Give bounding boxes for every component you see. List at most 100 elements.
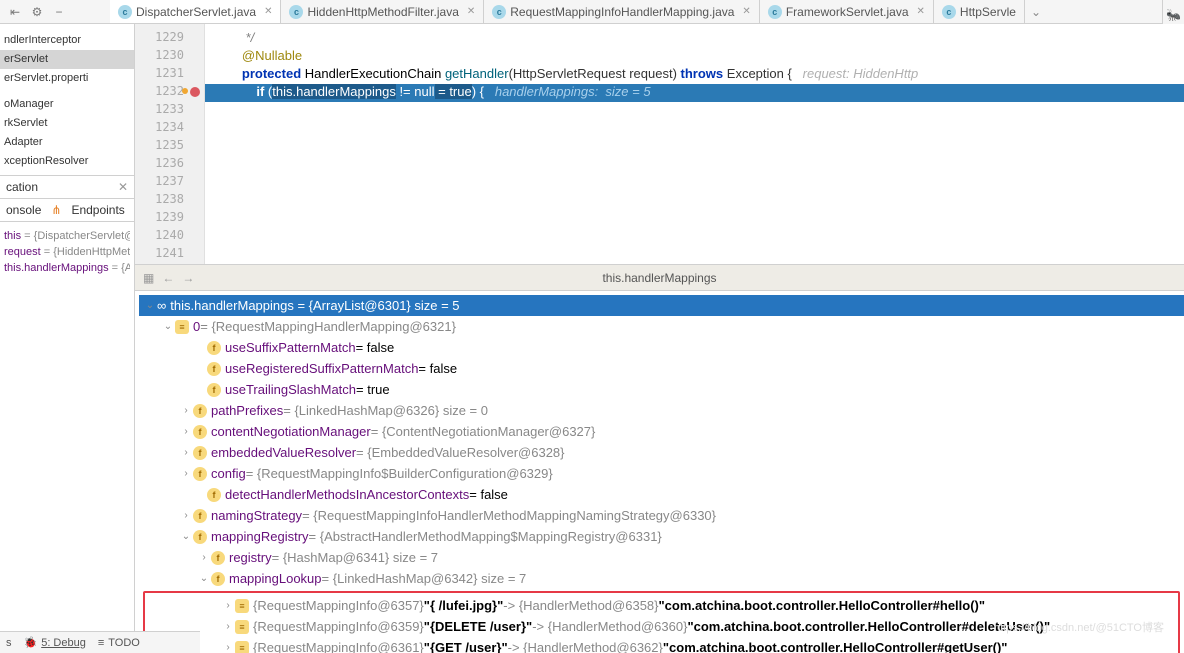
tab-request-mapping[interactable]: c RequestMappingInfoHandlerMapping.java ✕ bbox=[484, 0, 760, 23]
gear-icon[interactable]: ⚙ bbox=[30, 5, 44, 19]
class-icon: c bbox=[289, 5, 303, 19]
tree-row[interactable]: fuseTrailingSlashMatch = true bbox=[139, 379, 1184, 400]
field-icon: f bbox=[211, 551, 225, 565]
line-number[interactable]: 1231 bbox=[135, 66, 204, 84]
class-icon: c bbox=[942, 5, 956, 19]
line-number[interactable]: 1236 bbox=[135, 156, 204, 174]
tree-row[interactable]: fdetectHandlerMethodsInAncestorContexts … bbox=[139, 484, 1184, 505]
field-icon: f bbox=[193, 509, 207, 523]
debug-header: ▦ ← → this.handlerMappings bbox=[135, 265, 1184, 291]
field-icon: f bbox=[193, 467, 207, 481]
variables-panel: this = {DispatcherServlet@6300} request … bbox=[0, 222, 134, 282]
line-number[interactable]: 1241 bbox=[135, 246, 204, 264]
tree-row[interactable]: fmappingLookup = {LinkedHashMap@6342} si… bbox=[139, 568, 1184, 589]
bottom-bar: s 🐞5: Debug ≡TODO bbox=[0, 631, 200, 653]
tree-row[interactable]: fpathPrefixes = {LinkedHashMap@6326} siz… bbox=[139, 400, 1184, 421]
list-item[interactable] bbox=[0, 24, 134, 31]
line-number[interactable]: 1240 bbox=[135, 228, 204, 246]
field-icon: f bbox=[193, 425, 207, 439]
debug-panel: ▦ ← → this.handlerMappings ∞this.handler… bbox=[135, 264, 1184, 653]
back-icon[interactable]: ← bbox=[162, 271, 174, 285]
tree-row-mapping[interactable]: ≡{RequestMappingInfo@6361} "{GET /user}"… bbox=[145, 637, 1178, 653]
tab-label: HttpServle bbox=[960, 5, 1016, 19]
entry-icon: ≡ bbox=[235, 599, 249, 613]
todo-icon: ≡ bbox=[98, 637, 104, 649]
tab-dispatcher-servlet[interactable]: c DispatcherServlet.java ✕ bbox=[110, 0, 281, 23]
tree-row-root[interactable]: ∞this.handlerMappings = {ArrayList@6301}… bbox=[139, 295, 1184, 316]
bottom-item-todo[interactable]: ≡TODO bbox=[98, 637, 140, 649]
bug-icon: 🐞 bbox=[24, 636, 38, 649]
list-item[interactable]: erServlet.properti bbox=[0, 69, 134, 88]
tree-row[interactable]: fuseSuffixPatternMatch = false bbox=[139, 337, 1184, 358]
tree-row[interactable]: fnamingStrategy = {RequestMappingInfoHan… bbox=[139, 505, 1184, 526]
list-item[interactable]: oManager bbox=[0, 95, 134, 114]
field-icon: f bbox=[207, 488, 221, 502]
line-number[interactable]: 1239 bbox=[135, 210, 204, 228]
forward-icon[interactable]: → bbox=[182, 271, 194, 285]
line-number[interactable]: 1230 bbox=[135, 48, 204, 66]
variable-row[interactable]: this = {DispatcherServlet@6300} bbox=[4, 228, 130, 244]
line-number-breakpoint[interactable]: 1232 bbox=[135, 84, 204, 102]
console-label[interactable]: onsole bbox=[6, 203, 41, 217]
editor: 1229 1230 1231 1232 1233 1234 1235 1236 … bbox=[135, 24, 1184, 653]
ant-icon[interactable]: 🐜 bbox=[1166, 8, 1181, 22]
gutter: 1229 1230 1231 1232 1233 1234 1235 1236 … bbox=[135, 24, 205, 264]
chevron-down-icon[interactable]: ⌄ bbox=[1025, 5, 1047, 19]
list-item[interactable]: erServlet bbox=[0, 50, 134, 69]
bottom-item-debug[interactable]: 🐞5: Debug bbox=[24, 636, 86, 649]
class-icon: c bbox=[118, 5, 132, 19]
tree-row[interactable]: fembeddedValueResolver = {EmbeddedValueR… bbox=[139, 442, 1184, 463]
line-number[interactable]: 1238 bbox=[135, 192, 204, 210]
line-number[interactable]: 1229 bbox=[135, 30, 204, 48]
tree-row-mapping[interactable]: ≡{RequestMappingInfo@6357} "{ /lufei.jpg… bbox=[145, 595, 1178, 616]
collapse-icon[interactable]: ⇤ bbox=[8, 5, 22, 19]
project-panel: ndlerInterceptor erServlet erServlet.pro… bbox=[0, 24, 135, 653]
tab-label: FrameworkServlet.java bbox=[786, 5, 909, 19]
minus-icon[interactable]: − bbox=[52, 5, 66, 19]
tree-row[interactable]: fcontentNegotiationManager = {ContentNeg… bbox=[139, 421, 1184, 442]
editor-toolbar: ⇤ ⚙ − bbox=[0, 0, 100, 24]
link-icon: ∞ bbox=[157, 298, 166, 313]
tree-row[interactable]: fconfig = {RequestMappingInfo$BuilderCon… bbox=[139, 463, 1184, 484]
field-icon: f bbox=[193, 404, 207, 418]
variable-row[interactable]: this.handlerMappings = {ArrayList bbox=[4, 260, 130, 276]
close-icon[interactable]: ✕ bbox=[118, 180, 128, 194]
field-icon: f bbox=[193, 446, 207, 460]
class-icon: c bbox=[768, 5, 782, 19]
endpoints-icon[interactable]: ⋔ bbox=[51, 203, 61, 217]
list-item[interactable]: ndlerInterceptor bbox=[0, 31, 134, 50]
close-icon[interactable]: ✕ bbox=[738, 6, 750, 17]
close-icon[interactable]: ✕ bbox=[463, 6, 475, 17]
line-number[interactable]: 1234 bbox=[135, 120, 204, 138]
tab-label: RequestMappingInfoHandlerMapping.java bbox=[510, 5, 734, 19]
run-tab[interactable]: cation✕ bbox=[0, 176, 134, 199]
line-number[interactable]: 1233 bbox=[135, 102, 204, 120]
line-number[interactable]: 1237 bbox=[135, 174, 204, 192]
field-icon: f bbox=[211, 572, 225, 586]
tree-row[interactable]: fuseRegisteredSuffixPatternMatch = false bbox=[139, 358, 1184, 379]
tab-label: DispatcherServlet.java bbox=[136, 5, 256, 19]
close-icon[interactable]: ✕ bbox=[913, 6, 925, 17]
tab-hidden-http[interactable]: cHiddenHttpMethodFilter.java✕ bbox=[281, 0, 484, 23]
field-icon: f bbox=[207, 341, 221, 355]
field-icon: f bbox=[193, 530, 207, 544]
field-icon: f bbox=[207, 362, 221, 376]
tab-framework-servlet[interactable]: c FrameworkServlet.java ✕ bbox=[760, 0, 934, 23]
list-item[interactable] bbox=[0, 88, 134, 95]
variable-row[interactable]: request = {HiddenHttpMethodFilt bbox=[4, 244, 130, 260]
list-item[interactable]: rkServlet bbox=[0, 114, 134, 133]
bottom-item-s[interactable]: s bbox=[6, 637, 12, 649]
tab-http-servlet[interactable]: c HttpServle bbox=[934, 0, 1025, 23]
tree-row[interactable]: fmappingRegistry = {AbstractHandlerMetho… bbox=[139, 526, 1184, 547]
close-icon[interactable]: ✕ bbox=[260, 6, 272, 17]
class-icon: c bbox=[492, 5, 506, 19]
debug-tree[interactable]: ∞this.handlerMappings = {ArrayList@6301}… bbox=[135, 291, 1184, 653]
line-number[interactable]: 1235 bbox=[135, 138, 204, 156]
history-icon[interactable]: ▦ bbox=[143, 271, 154, 285]
list-item[interactable]: Adapter bbox=[0, 133, 134, 152]
list-item[interactable]: xceptionResolver bbox=[0, 152, 134, 171]
tree-row[interactable]: fregistry = {HashMap@6341} size = 7 bbox=[139, 547, 1184, 568]
tree-row[interactable]: ≡0 = {RequestMappingHandlerMapping@6321} bbox=[139, 316, 1184, 337]
code-lines[interactable]: */ @Nullable protected HandlerExecutionC… bbox=[205, 24, 1184, 264]
endpoints-label[interactable]: Endpoints bbox=[71, 203, 124, 217]
